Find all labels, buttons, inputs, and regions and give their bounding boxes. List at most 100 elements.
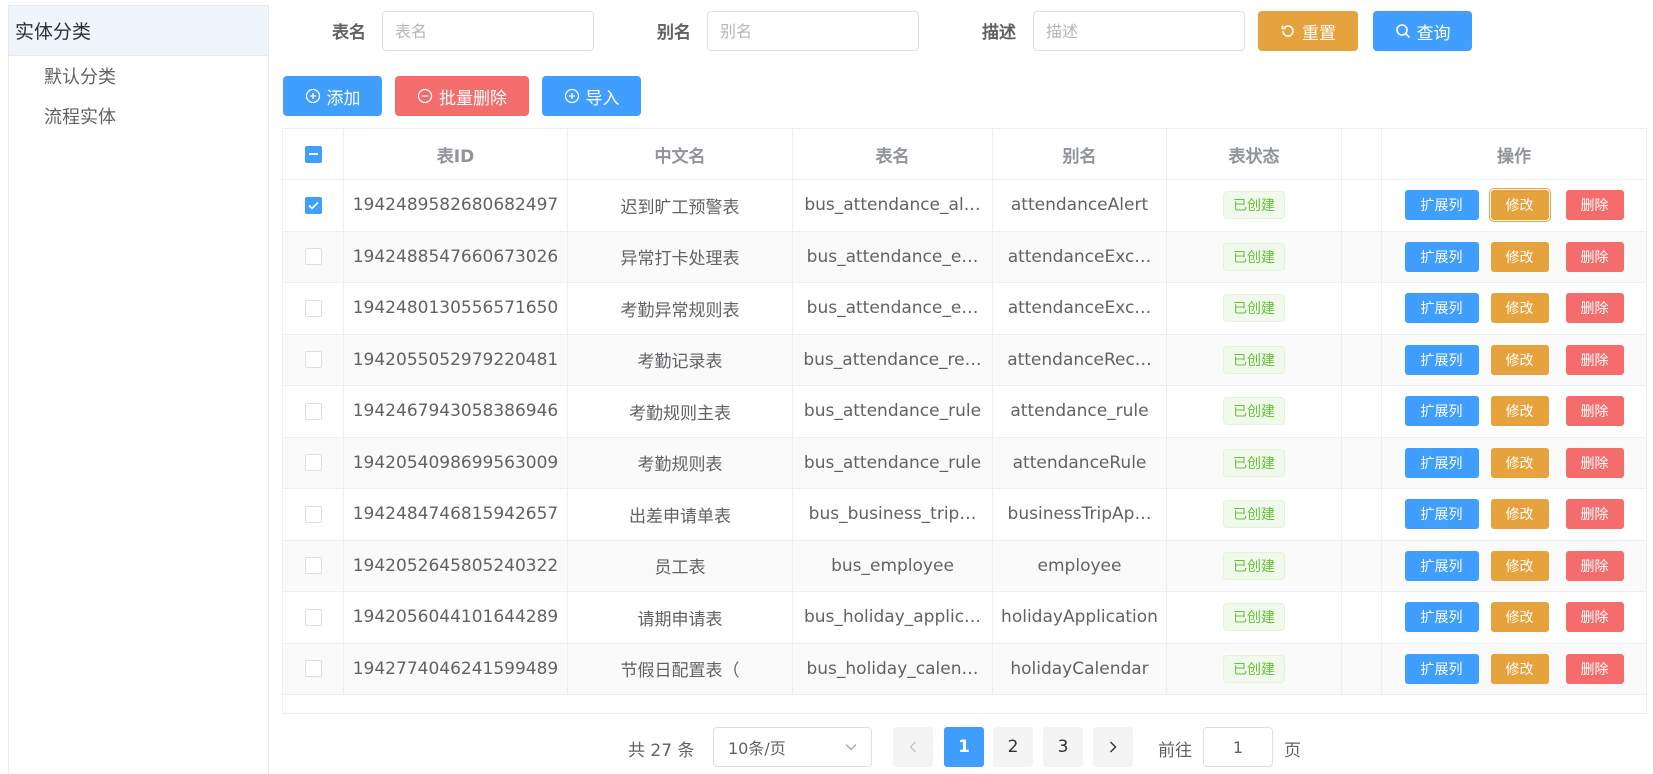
- delete-button[interactable]: 删除: [1565, 550, 1624, 581]
- delete-button[interactable]: 删除: [1565, 344, 1624, 375]
- row-select-cell: [283, 540, 344, 591]
- row-checkbox[interactable]: [304, 196, 322, 214]
- check-icon: [307, 201, 319, 210]
- add-button[interactable]: 添加: [283, 76, 382, 116]
- cell-alias: attendance_rule: [993, 386, 1167, 437]
- table-row: 1942488547660673026 异常打卡处理表 bus_attendance…: [283, 231, 1646, 283]
- status-badge: 已创建: [1223, 500, 1285, 529]
- alias-input[interactable]: [707, 11, 919, 51]
- cell-cn-name: 节假日配置表（: [568, 643, 793, 694]
- page-3[interactable]: 3: [1043, 727, 1083, 767]
- edit-button[interactable]: 修改: [1490, 396, 1549, 427]
- plus-circle-icon: [564, 88, 579, 104]
- cell-status: 已创建: [1167, 489, 1342, 540]
- edit-button[interactable]: 修改: [1490, 653, 1549, 684]
- query-button[interactable]: 查询: [1373, 11, 1472, 51]
- chevron-left-icon: [909, 741, 916, 753]
- delete-button[interactable]: 删除: [1565, 293, 1624, 324]
- row-select-cell: [283, 231, 344, 282]
- select-all-checkbox[interactable]: [304, 145, 322, 163]
- cell-spacer: [1342, 283, 1382, 334]
- header-spacer: [1342, 129, 1382, 179]
- extend-columns-button[interactable]: 扩展列: [1404, 447, 1479, 478]
- page-size-select[interactable]: 10条/页: [713, 727, 872, 767]
- extend-columns-button[interactable]: 扩展列: [1404, 293, 1479, 324]
- cell-table-name-text: bus_attendance_rule: [803, 401, 982, 422]
- cell-table-name: bus_employee: [793, 540, 993, 591]
- page-2[interactable]: 2: [993, 727, 1033, 767]
- extend-columns-button[interactable]: 扩展列: [1404, 550, 1479, 581]
- edit-button[interactable]: 修改: [1490, 499, 1549, 530]
- prev-page-button[interactable]: [893, 727, 933, 767]
- extend-columns-button[interactable]: 扩展列: [1404, 190, 1479, 221]
- cell-spacer: [1342, 489, 1382, 540]
- edit-button[interactable]: 修改: [1490, 447, 1549, 478]
- table-row: 1942054098699563009 考勤规则表 bus_attendance_r…: [283, 437, 1646, 489]
- cell-status: 已创建: [1167, 231, 1342, 282]
- page-size-value: 10条/页: [728, 739, 786, 758]
- edit-button[interactable]: 修改: [1490, 344, 1549, 375]
- cell-alias-text: employee: [1037, 555, 1122, 576]
- goto-page-input[interactable]: [1203, 727, 1273, 767]
- next-page-button[interactable]: [1093, 727, 1133, 767]
- table-name-input[interactable]: [382, 11, 594, 51]
- cell-spacer: [1342, 334, 1382, 385]
- table-row: 1942467943058386946 考勤规则主表 bus_attendance_…: [283, 386, 1646, 438]
- row-checkbox[interactable]: [304, 608, 322, 626]
- delete-button[interactable]: 删除: [1565, 447, 1624, 478]
- cell-ops: 扩展列 修改 删除: [1382, 335, 1646, 386]
- cell-alias-text: attendanceExc…: [1007, 246, 1152, 267]
- extend-columns-button[interactable]: 扩展列: [1404, 602, 1479, 633]
- row-checkbox[interactable]: [304, 248, 322, 266]
- row-select-cell: [283, 283, 344, 334]
- table-row: 1942056044101644289 请期申请表 bus_holiday_appl…: [283, 592, 1646, 644]
- delete-button[interactable]: 删除: [1565, 241, 1624, 272]
- row-checkbox[interactable]: [304, 660, 322, 678]
- row-select-cell: [283, 180, 344, 231]
- delete-button[interactable]: 删除: [1565, 190, 1624, 221]
- edit-button[interactable]: 修改: [1490, 190, 1549, 221]
- description-input[interactable]: [1033, 11, 1245, 51]
- edit-button[interactable]: 修改: [1490, 241, 1549, 272]
- sidebar-item-process[interactable]: 流程实体: [9, 96, 268, 136]
- import-button[interactable]: 导入: [542, 76, 641, 116]
- row-checkbox[interactable]: [304, 505, 322, 523]
- edit-button[interactable]: 修改: [1490, 293, 1549, 324]
- sidebar-title: 实体分类: [9, 6, 268, 56]
- extend-columns-button[interactable]: 扩展列: [1404, 344, 1479, 375]
- row-checkbox[interactable]: [304, 454, 322, 472]
- header-cn-name: 中文名: [568, 129, 793, 179]
- status-badge: 已创建: [1223, 397, 1285, 426]
- table-header: 表ID 中文名 表名 别名 表状态 操作: [283, 129, 1646, 180]
- entity-table: 表ID 中文名 表名 别名 表状态 操作 1942489582680682497…: [282, 128, 1647, 714]
- cell-ops: 扩展列 修改 删除: [1382, 541, 1646, 592]
- row-checkbox[interactable]: [304, 299, 322, 317]
- delete-button[interactable]: 删除: [1565, 396, 1624, 427]
- delete-button[interactable]: 删除: [1565, 499, 1624, 530]
- cell-id: 1942052645805240322: [344, 540, 568, 591]
- row-checkbox[interactable]: [304, 557, 322, 575]
- page-1[interactable]: 1: [944, 727, 984, 767]
- minus-circle-icon: [417, 88, 433, 104]
- extend-columns-button[interactable]: 扩展列: [1404, 396, 1479, 427]
- cell-cn-name: 异常打卡处理表: [568, 231, 793, 282]
- reset-button[interactable]: 重置: [1258, 11, 1358, 51]
- sidebar-item-default[interactable]: 默认分类: [9, 56, 268, 96]
- edit-button[interactable]: 修改: [1490, 602, 1549, 633]
- header-ops: 操作: [1497, 146, 1531, 167]
- delete-button[interactable]: 删除: [1565, 653, 1624, 684]
- delete-button[interactable]: 删除: [1565, 602, 1624, 633]
- row-checkbox[interactable]: [304, 402, 322, 420]
- row-select-cell: [283, 437, 344, 488]
- extend-columns-button[interactable]: 扩展列: [1404, 653, 1479, 684]
- cell-spacer: [1342, 540, 1382, 591]
- extend-columns-button[interactable]: 扩展列: [1404, 499, 1479, 530]
- edit-button[interactable]: 修改: [1490, 550, 1549, 581]
- row-checkbox[interactable]: [304, 351, 322, 369]
- cell-table-name: bus_attendance_al…: [793, 180, 993, 231]
- extend-columns-button[interactable]: 扩展列: [1404, 241, 1479, 272]
- cell-spacer: [1342, 386, 1382, 437]
- cell-cn-name: 员工表: [568, 540, 793, 591]
- cell-cn-name: 考勤规则主表: [568, 386, 793, 437]
- batch-delete-button[interactable]: 批量删除: [395, 76, 529, 116]
